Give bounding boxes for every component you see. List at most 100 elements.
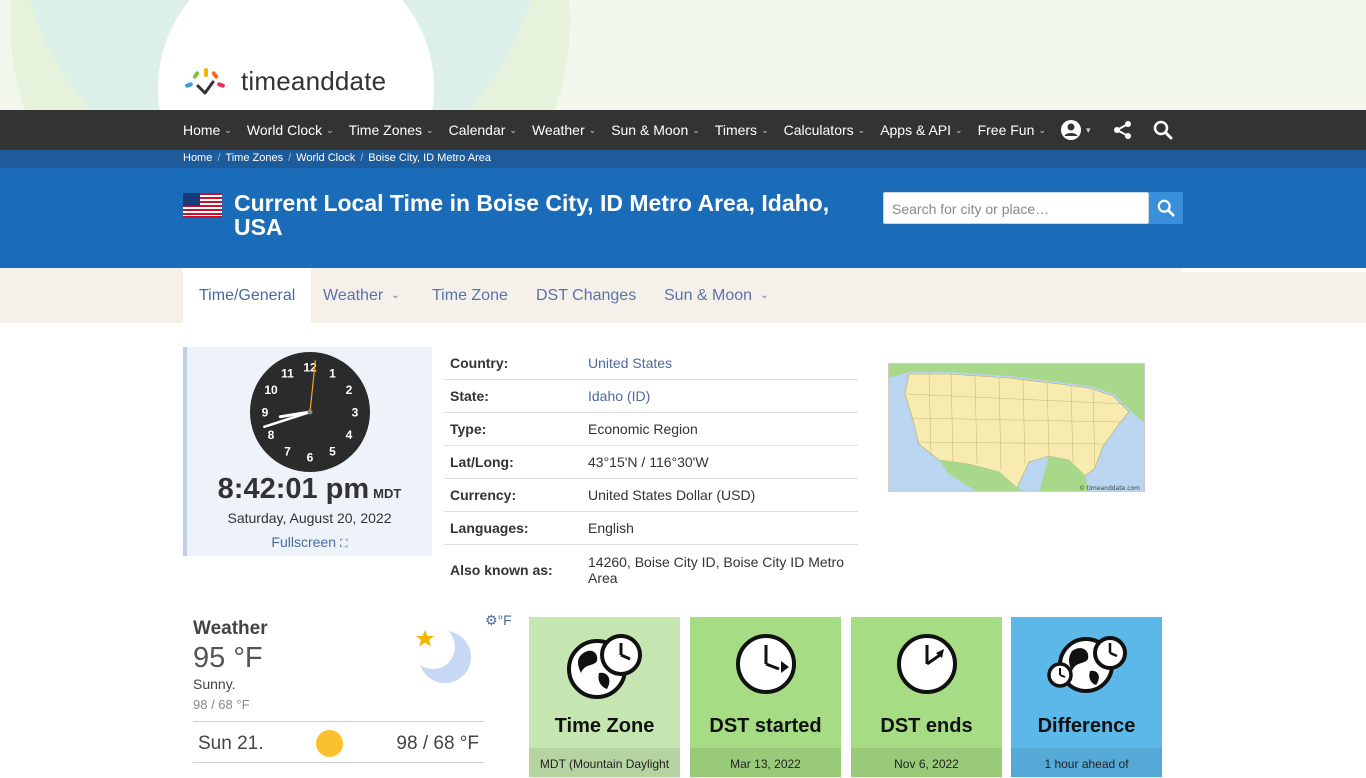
info-key: State:	[450, 388, 489, 404]
account-icon[interactable]: ▾	[1060, 119, 1091, 141]
nav-items: Home ⌄ World Clock ⌄ Time Zones ⌄ Calendar ⌄ Wea…	[183, 110, 1061, 150]
nav-item-sun-moon[interactable]: Sun & Moon ⌄	[611, 122, 700, 138]
tab-label: DST Changes	[536, 286, 637, 304]
clock-number: 10	[264, 383, 278, 397]
tab-time-general[interactable]: Time/General	[183, 268, 312, 323]
clock-number: 2	[346, 383, 353, 397]
chevron-down-icon: ⌄	[426, 124, 434, 135]
fullscreen-link[interactable]: Fullscreen ⛶	[187, 534, 432, 551]
site-logo[interactable]: timeanddate	[183, 66, 386, 96]
gear-icon: ⚙	[485, 612, 498, 628]
nav-item-label: Calendar	[448, 122, 506, 138]
chevron-down-icon: ⌄	[224, 124, 232, 135]
search-button[interactable]	[1149, 192, 1183, 224]
chevron-down-icon: ⌄	[692, 124, 700, 135]
location-map[interactable]: © timeanddate.com	[888, 363, 1145, 492]
divider	[193, 762, 484, 763]
globe-two-clocks-icon	[1011, 633, 1162, 703]
clock-number: 7	[284, 444, 291, 458]
tab-dst-changes[interactable]: DST Changes	[520, 268, 652, 323]
info-key: Currency:	[450, 487, 517, 503]
breadcrumb-separator: /	[360, 152, 364, 164]
chevron-down-icon: ⌄	[857, 124, 866, 135]
nav-item-time-zones[interactable]: Time Zones ⌄	[349, 122, 434, 138]
nav-item-home[interactable]: Home ⌄	[183, 122, 232, 138]
weather-settings[interactable]: ⚙°F	[485, 612, 512, 629]
clock-number: 8	[268, 428, 275, 442]
card-sub: MDT (Mountain Daylight	[529, 748, 680, 778]
tab-label: Time/General	[199, 286, 296, 304]
breadcrumb-item[interactable]: Time Zones	[225, 152, 283, 164]
search-input[interactable]: Search for city or place…	[883, 192, 1149, 224]
info-key: Languages:	[450, 520, 529, 536]
nav-item-label: Time Zones	[348, 122, 423, 138]
nav-item-label: Timers	[714, 122, 758, 138]
tab-label: Weather	[323, 286, 384, 304]
time-zone-abbr: MDT	[373, 486, 402, 501]
us-flag-icon	[183, 193, 222, 218]
chevron-down-icon: ⌄	[761, 124, 769, 135]
nav-item-calculators[interactable]: Calculators ⌄	[784, 122, 866, 138]
search-icon[interactable]	[1153, 120, 1173, 140]
card-sub: Nov 6, 2022	[851, 748, 1002, 778]
breadcrumb-item[interactable]: World Clock	[296, 152, 355, 164]
card-difference[interactable]: Difference 1 hour ahead of	[1011, 617, 1162, 778]
map-credit: © timeanddate.com	[1079, 485, 1140, 492]
fullscreen-icon: ⛶	[339, 538, 348, 550]
info-row: Currency: United States Dollar (USD)	[444, 479, 858, 512]
forecast-range: 98 / 68 °F	[396, 732, 479, 754]
globe-clock-icon	[529, 633, 680, 703]
nav-item-label: Apps & API	[880, 122, 952, 138]
tab-label: Time Zone	[432, 286, 508, 304]
weather-title: Weather	[193, 618, 268, 639]
breadcrumb-items: Home / Time Zones / World Clock / Boise City, …	[183, 152, 496, 164]
info-value: Economic Region	[588, 421, 698, 437]
nav-item-apps-api[interactable]: Apps & API ⌄	[880, 122, 962, 138]
nav-item-calendar[interactable]: Calendar ⌄	[449, 122, 517, 138]
forecast-day: Sun 21.	[198, 732, 264, 754]
clock-number: 9	[262, 406, 269, 420]
weather-range: 98 / 68 °F	[193, 697, 250, 712]
nav-item-timers[interactable]: Timers ⌄	[715, 122, 769, 138]
nav-item-label: Sun & Moon	[611, 122, 689, 138]
nav-item-weather[interactable]: Weather ⌄	[532, 122, 596, 138]
tab-sun-moon[interactable]: Sun & Moon ⌄	[648, 268, 784, 323]
chevron-down-icon: ⌄	[509, 124, 517, 135]
weather-temp: 95 °F	[193, 642, 263, 674]
info-value: English	[588, 520, 634, 536]
divider	[193, 721, 484, 722]
card-label: DST ends	[880, 715, 973, 737]
breadcrumb-separator: /	[288, 152, 292, 164]
card-label: DST started	[709, 715, 822, 737]
chevron-down-icon: ⌄	[955, 124, 963, 135]
moon-star-icon	[413, 627, 471, 683]
info-key: Type:	[450, 421, 487, 437]
info-value[interactable]: Idaho (ID)	[588, 388, 858, 404]
fullscreen-label: Fullscreen	[271, 534, 336, 550]
info-value[interactable]: United States	[588, 355, 858, 371]
share-icon[interactable]	[1113, 120, 1133, 140]
breadcrumb: Home / Time Zones / World Clock / Boise City, …	[0, 150, 1366, 168]
logo-icon	[185, 68, 225, 95]
nav-item-label: Calculators	[783, 122, 854, 138]
sun-icon	[316, 730, 344, 757]
nav-item-free-fun[interactable]: Free Fun ⌄	[978, 122, 1046, 138]
unit-label: °F	[497, 612, 512, 628]
nav-item-world-clock[interactable]: World Clock ⌄	[247, 122, 334, 138]
top-banner: timeanddate	[0, 0, 1366, 110]
chevron-down-icon: ⌄	[391, 290, 400, 301]
breadcrumb-item[interactable]: Home	[183, 152, 212, 164]
clock-number: 11	[281, 367, 294, 381]
tabs-strip	[1182, 268, 1366, 272]
tab-time-zone[interactable]: Time Zone	[416, 268, 524, 323]
card-sub: 1 hour ahead of	[1011, 748, 1162, 778]
card-sub: Mar 13, 2022	[690, 748, 841, 778]
info-key: Country:	[450, 355, 509, 371]
card-dst-started[interactable]: DST started Mar 13, 2022	[690, 617, 841, 778]
card-time-zone[interactable]: Time Zone MDT (Mountain Daylight	[529, 617, 680, 778]
weather-desc: Sunny.	[193, 676, 236, 692]
info-row: Lat/Long: 43°15'N / 116°30'W	[444, 446, 858, 479]
tab-weather[interactable]: Weather ⌄	[307, 268, 416, 323]
card-dst-ends[interactable]: DST ends Nov 6, 2022	[851, 617, 1002, 778]
clock-number: 6	[307, 451, 314, 465]
